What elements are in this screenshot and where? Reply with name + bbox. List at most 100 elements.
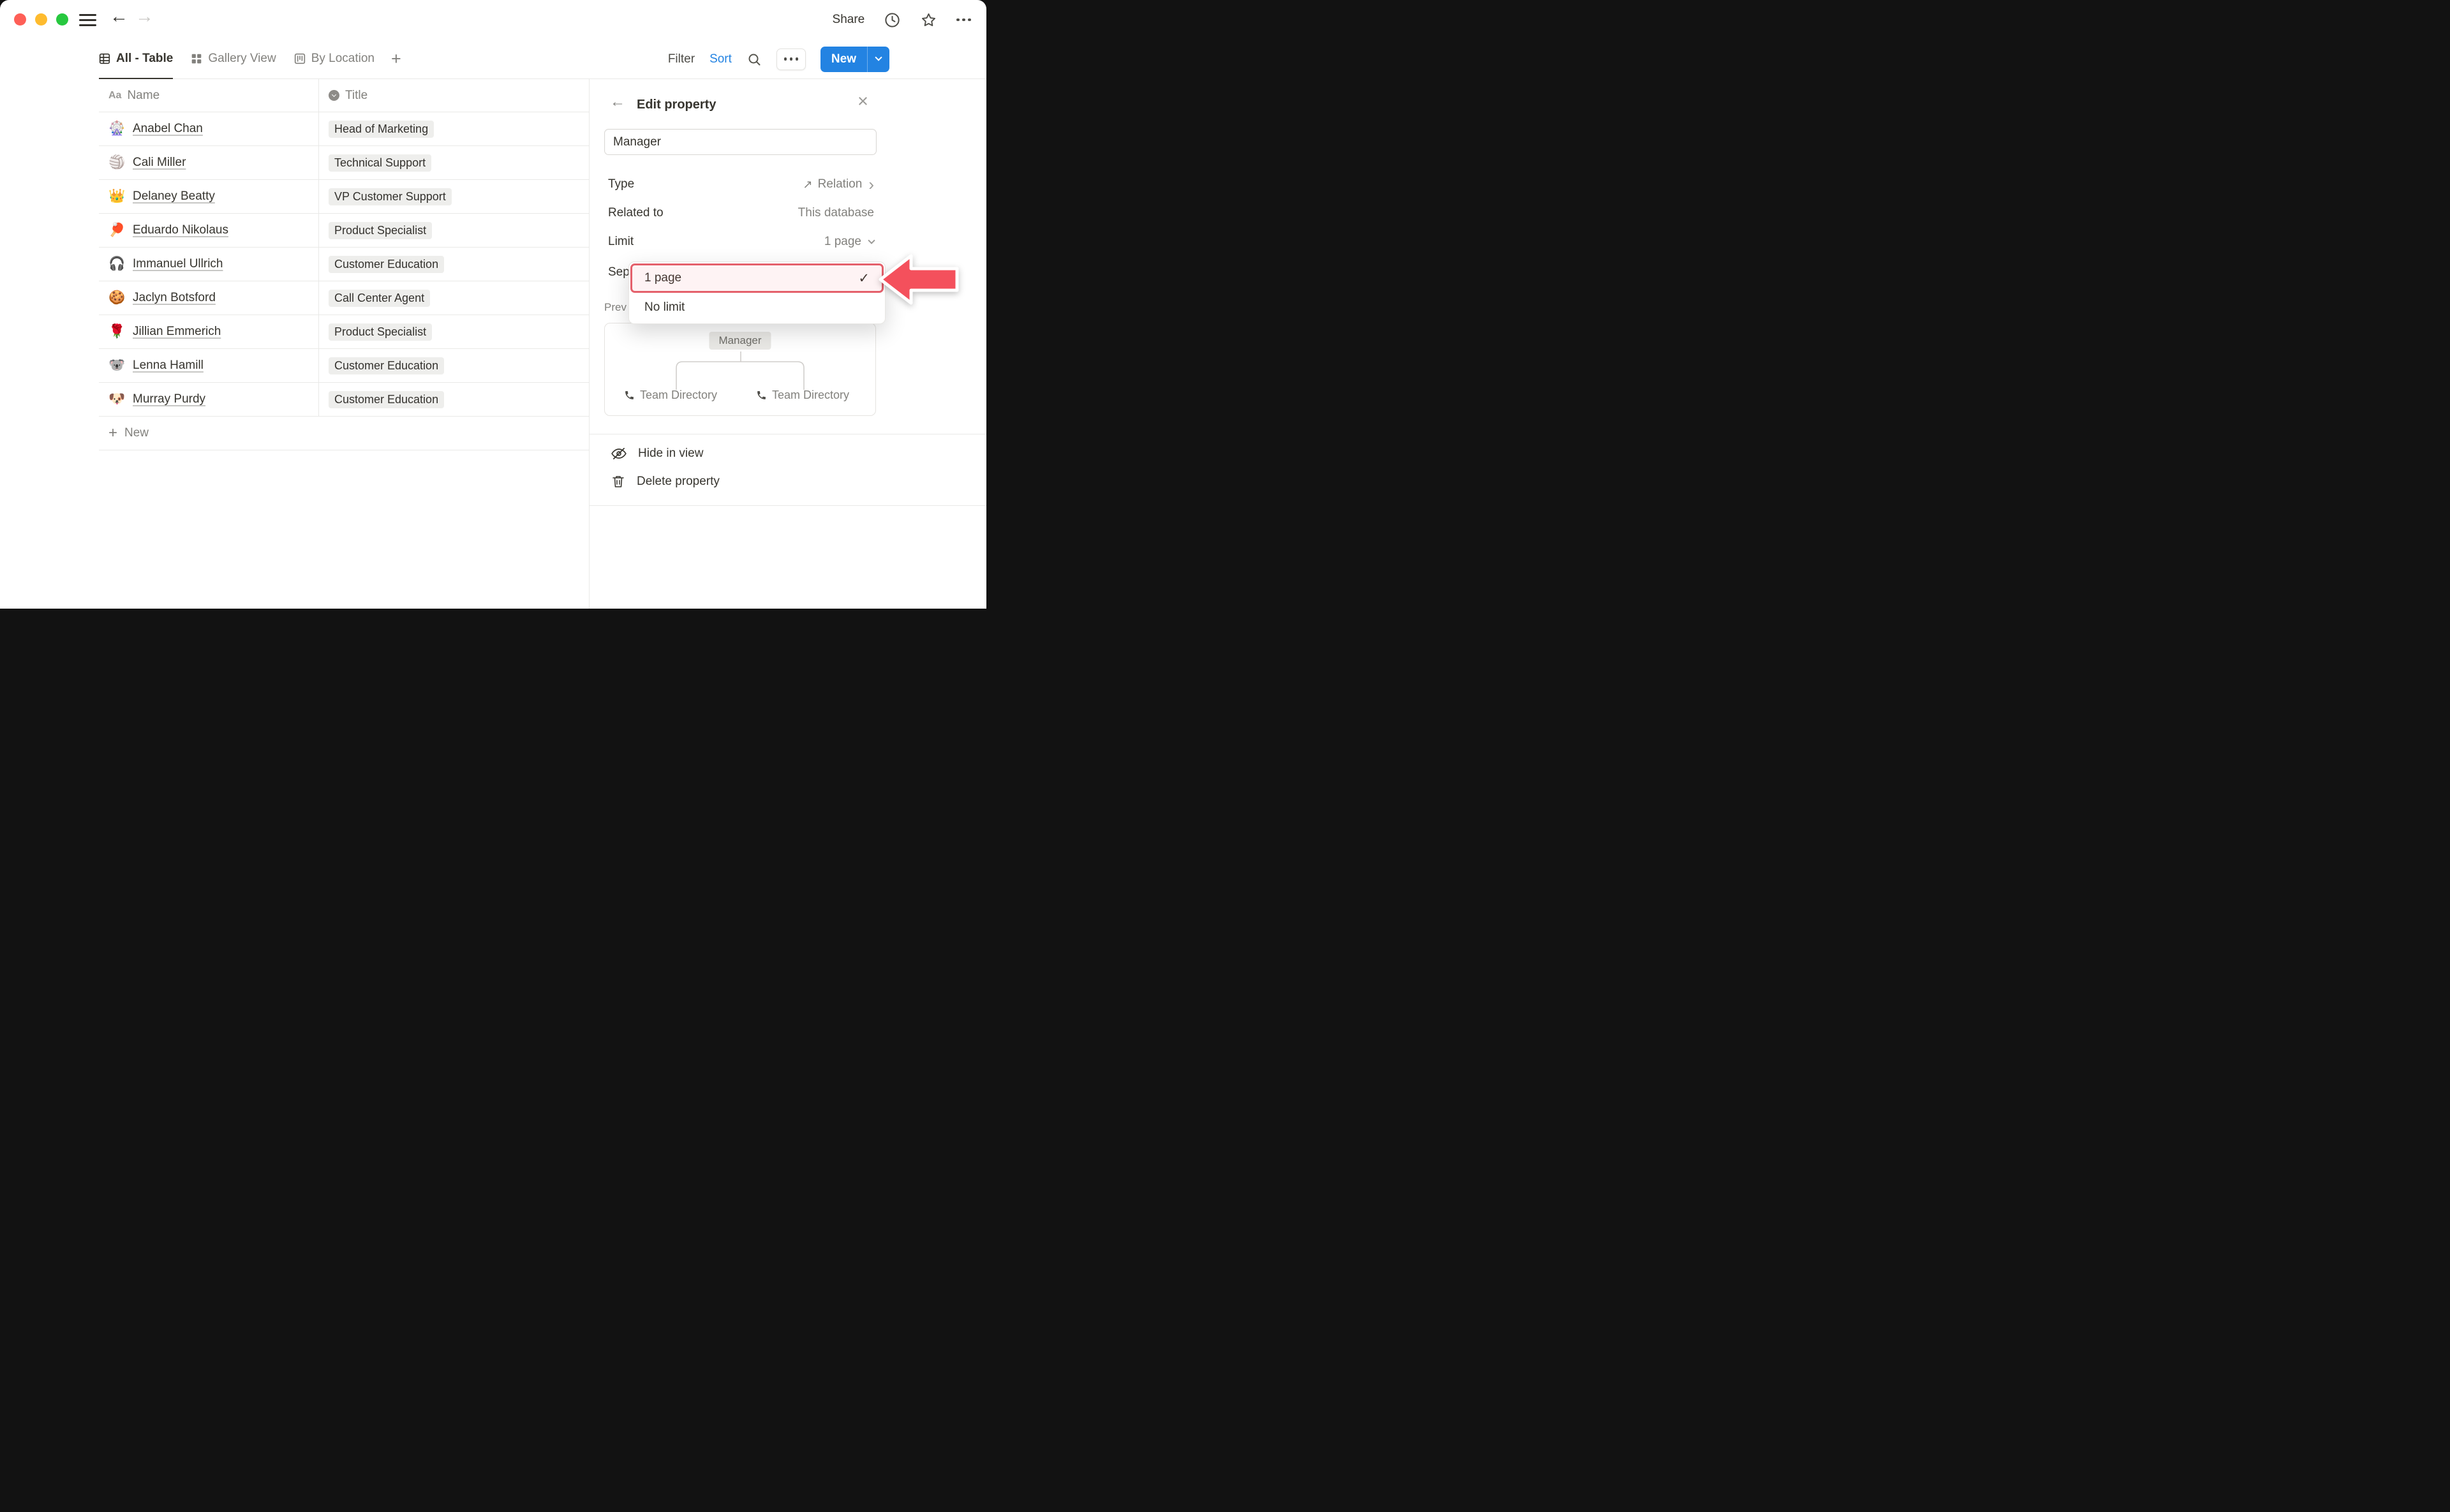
field-label-partial: Sep — [608, 265, 630, 279]
name-cell[interactable]: 🏐 Cali Miller — [99, 146, 319, 179]
table-row[interactable]: 🐨 Lenna Hamill Customer Education — [99, 349, 589, 383]
page-link[interactable]: Jillian Emmerich — [133, 325, 221, 339]
property-name-input[interactable] — [604, 129, 877, 155]
name-cell[interactable]: 🍪 Jaclyn Botsford — [99, 281, 319, 315]
new-row-button[interactable]: + New — [99, 417, 589, 450]
field-value: 1 page — [824, 235, 861, 249]
phone-icon — [756, 390, 767, 401]
titlebar-actions: Share — [833, 0, 971, 40]
page-emoji-icon: 🏓 — [108, 223, 126, 238]
title-cell[interactable]: Head of Marketing — [319, 112, 589, 145]
field-label: Limit — [608, 235, 634, 249]
page-link[interactable]: Anabel Chan — [133, 122, 203, 136]
title-tag: Technical Support — [329, 154, 431, 172]
forward-icon[interactable]: → — [135, 6, 154, 27]
add-view-icon[interactable]: + — [391, 40, 401, 78]
table-row[interactable]: 🐶 Murray Purdy Customer Education — [99, 383, 589, 417]
new-dropdown-button[interactable] — [868, 47, 889, 72]
field-type[interactable]: Type ↗ Relation › — [608, 175, 874, 194]
page-emoji-icon: 🎧 — [108, 256, 126, 272]
name-cell[interactable]: 🎧 Immanuel Ullrich — [99, 248, 319, 281]
app-window: ← → Share All - Table Gallery View By Lo… — [0, 0, 986, 609]
plus-icon: + — [108, 426, 117, 441]
view-tabs: All - Table Gallery View By Location — [99, 40, 375, 78]
name-cell[interactable]: 👑 Delaney Beatty — [99, 180, 319, 213]
new-button[interactable]: New — [820, 47, 889, 72]
limit-dropdown-menu: 1 page ✓ No limit — [628, 262, 886, 324]
eye-off-icon — [611, 445, 627, 462]
page-emoji-icon: 🐶 — [108, 392, 126, 407]
title-cell[interactable]: Technical Support — [319, 146, 589, 179]
table-row[interactable]: 🏐 Cali Miller Technical Support — [99, 146, 589, 180]
title-cell[interactable]: Customer Education — [319, 349, 589, 382]
minimize-window-button[interactable] — [35, 13, 47, 26]
gallery-view-icon — [191, 53, 202, 64]
select-property-icon — [329, 90, 339, 101]
name-cell[interactable]: 🐨 Lenna Hamill — [99, 349, 319, 382]
new-button-label[interactable]: New — [820, 47, 867, 72]
tab-gallery-view[interactable]: Gallery View — [191, 40, 276, 79]
filter-button[interactable]: Filter — [668, 52, 695, 66]
page-link[interactable]: Immanuel Ullrich — [133, 257, 223, 271]
title-cell[interactable]: Customer Education — [319, 248, 589, 281]
name-cell[interactable]: 🏓 Eduardo Nikolaus — [99, 214, 319, 247]
table-row[interactable]: 👑 Delaney Beatty VP Customer Support — [99, 180, 589, 214]
page-link[interactable]: Lenna Hamill — [133, 359, 204, 373]
zoom-window-button[interactable] — [56, 13, 68, 26]
search-icon[interactable] — [746, 52, 762, 67]
title-cell[interactable]: Product Specialist — [319, 315, 589, 348]
column-header-name[interactable]: Aa Name — [99, 79, 319, 112]
hide-in-view-action[interactable]: Hide in view — [611, 445, 703, 462]
updates-clock-icon[interactable] — [884, 11, 901, 29]
panel-title: Edit property — [637, 98, 716, 112]
field-limit[interactable]: Limit 1 page — [608, 232, 874, 251]
tab-by-location[interactable]: By Location — [294, 40, 375, 79]
title-cell[interactable]: Call Center Agent — [319, 281, 589, 315]
name-cell[interactable]: 🌹 Jillian Emmerich — [99, 315, 319, 348]
panel-close-icon[interactable]: × — [858, 93, 868, 111]
preview-relation-item: Team Directory — [624, 389, 717, 402]
view-more-button[interactable] — [776, 48, 806, 70]
table-row[interactable]: 🎡 Anabel Chan Head of Marketing — [99, 112, 589, 146]
check-icon: ✓ — [858, 271, 870, 286]
delete-property-action[interactable]: Delete property — [611, 474, 720, 489]
dropdown-option-no-limit[interactable]: No limit — [629, 293, 885, 322]
preview-label-partial: Prev — [604, 301, 627, 314]
close-window-button[interactable] — [14, 13, 26, 26]
table-row[interactable]: 🍪 Jaclyn Botsford Call Center Agent — [99, 281, 589, 315]
page-emoji-icon: 🏐 — [108, 155, 126, 170]
title-cell[interactable]: VP Customer Support — [319, 180, 589, 213]
action-label: Hide in view — [638, 447, 703, 461]
column-header-title[interactable]: Title — [319, 79, 589, 112]
page-link[interactable]: Delaney Beatty — [133, 189, 215, 204]
table-row[interactable]: 🌹 Jillian Emmerich Product Specialist — [99, 315, 589, 349]
relation-connector-lines — [605, 352, 877, 390]
favorite-star-icon[interactable] — [920, 11, 937, 29]
panel-back-icon[interactable]: ← — [610, 94, 625, 110]
table-view-icon — [99, 53, 110, 64]
dropdown-option-1-page[interactable]: 1 page ✓ — [629, 263, 885, 293]
table-row[interactable]: 🏓 Eduardo Nikolaus Product Specialist — [99, 214, 589, 248]
sort-button[interactable]: Sort — [709, 52, 732, 66]
action-label: Delete property — [637, 475, 720, 489]
sidebar-menu-icon[interactable] — [79, 14, 96, 26]
title-cell[interactable]: Product Specialist — [319, 214, 589, 247]
back-icon[interactable]: ← — [110, 6, 128, 27]
share-button[interactable]: Share — [833, 13, 865, 27]
name-cell[interactable]: 🎡 Anabel Chan — [99, 112, 319, 145]
tab-label: All - Table — [116, 52, 173, 66]
table-row[interactable]: 🎧 Immanuel Ullrich Customer Education — [99, 248, 589, 281]
title-tag: Customer Education — [329, 391, 444, 408]
page-link[interactable]: Cali Miller — [133, 156, 186, 170]
name-cell[interactable]: 🐶 Murray Purdy — [99, 383, 319, 416]
tab-all-table[interactable]: All - Table — [99, 40, 173, 79]
title-cell[interactable]: Customer Education — [319, 383, 589, 416]
page-emoji-icon: 🍪 — [108, 290, 126, 306]
column-label: Title — [345, 89, 368, 103]
field-related-to[interactable]: Related to This database — [608, 204, 874, 223]
page-link[interactable]: Jaclyn Botsford — [133, 291, 216, 305]
page-link[interactable]: Eduardo Nikolaus — [133, 223, 228, 237]
trash-icon — [611, 474, 626, 489]
page-link[interactable]: Murray Purdy — [133, 392, 205, 406]
more-options-icon[interactable] — [956, 19, 971, 22]
